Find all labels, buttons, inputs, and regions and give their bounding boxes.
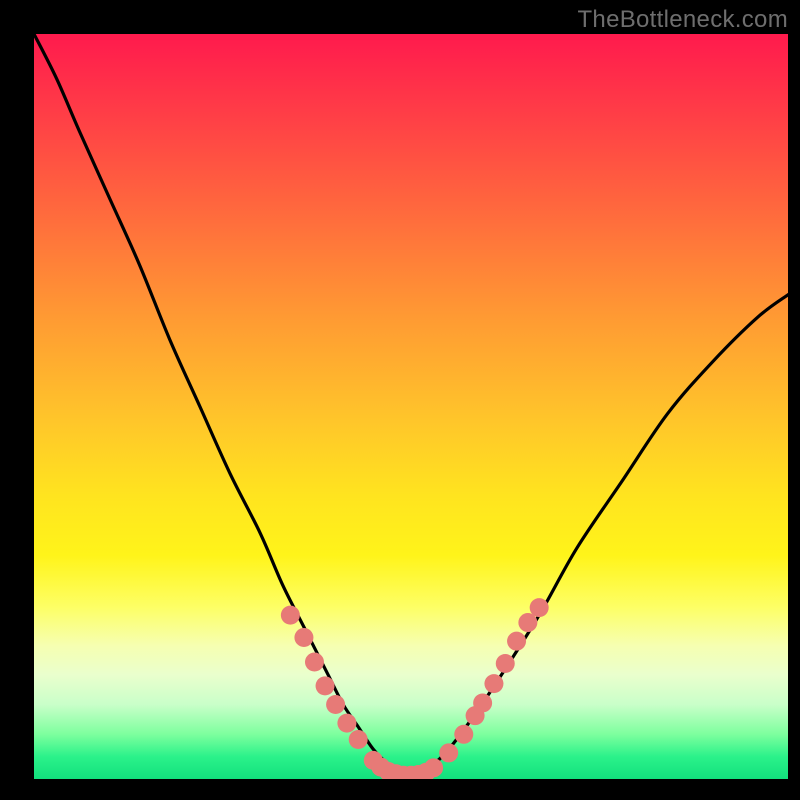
chart-svg — [34, 34, 788, 779]
curve-marker — [294, 628, 313, 647]
curve-marker — [454, 725, 473, 744]
curve-marker — [424, 758, 443, 777]
curve-marker — [326, 695, 345, 714]
curve-marker — [484, 674, 503, 693]
curve-marker — [473, 694, 492, 713]
attribution-text: TheBottleneck.com — [577, 6, 788, 34]
curve-marker — [530, 598, 549, 617]
curve-marker — [439, 743, 458, 762]
chart-frame: TheBottleneck.com — [0, 0, 800, 800]
bottleneck-curve — [34, 34, 788, 772]
curve-marker — [316, 676, 335, 695]
curve-marker — [337, 714, 356, 733]
curve-marker — [507, 632, 526, 651]
curve-marker — [305, 653, 324, 672]
curve-markers — [281, 598, 549, 779]
curve-marker — [281, 606, 300, 625]
curve-marker — [349, 730, 368, 749]
plot-area — [34, 34, 788, 779]
curve-marker — [496, 654, 515, 673]
